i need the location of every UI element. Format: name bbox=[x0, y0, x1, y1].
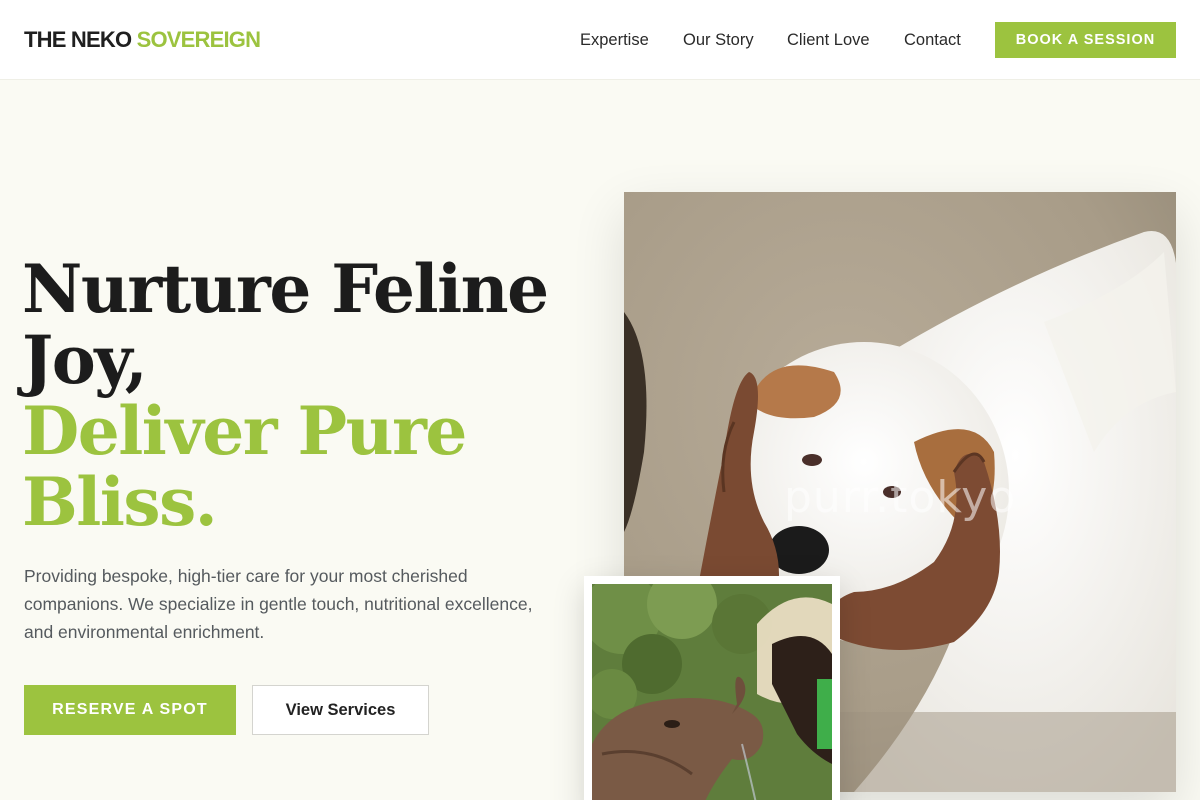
headline-line-4: Bliss. bbox=[22, 463, 218, 541]
hero-inset-photo bbox=[584, 576, 840, 800]
hero-description: Providing bespoke, high-tier care for yo… bbox=[24, 566, 533, 642]
nav-link-our-story[interactable]: Our Story bbox=[683, 30, 754, 50]
elephant-photo-illustration bbox=[592, 584, 832, 800]
nav-link-expertise[interactable]: Expertise bbox=[580, 30, 649, 50]
headline-line-2: Joy, bbox=[22, 321, 148, 399]
hero-headline: Nurture Feline Joy, Deliver Pure Bliss. bbox=[22, 254, 582, 538]
nav-link-client-love[interactable]: Client Love bbox=[787, 30, 870, 50]
photo-watermark: purr.tokyo bbox=[784, 472, 1017, 523]
brand-name-primary: THE NEKO bbox=[24, 27, 132, 52]
headline-line-1: Nurture Feline bbox=[22, 250, 549, 328]
headline-line-3: Deliver Pure bbox=[22, 392, 467, 470]
brand-logo[interactable]: THE NEKO SOVEREIGN bbox=[24, 26, 261, 54]
reserve-spot-button[interactable]: RESERVE A SPOT bbox=[24, 685, 236, 735]
view-services-button[interactable]: View Services bbox=[252, 685, 429, 735]
nav-link-contact[interactable]: Contact bbox=[904, 30, 961, 50]
brand-name-accent: SOVEREIGN bbox=[136, 27, 261, 52]
book-session-button[interactable]: BOOK A SESSION bbox=[995, 22, 1176, 58]
site-header: THE NEKO SOVEREIGN Expertise Our Story C… bbox=[0, 0, 1200, 80]
